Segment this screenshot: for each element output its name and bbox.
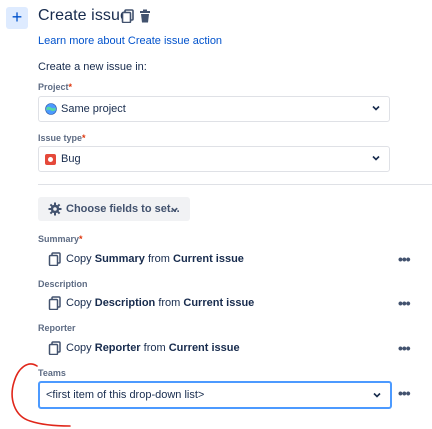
teams-more-button[interactable]: ••• bbox=[398, 386, 416, 400]
summary-copy-text: Copy Summary from Current issue bbox=[66, 253, 244, 265]
learn-more-link[interactable]: Learn more about Create issue action bbox=[38, 35, 222, 47]
page-title: Create issue bbox=[38, 7, 130, 24]
issue-type-select[interactable]: Bug bbox=[38, 146, 390, 172]
copy-icon bbox=[48, 252, 61, 266]
create-in-label: Create a new issue in: bbox=[38, 61, 147, 73]
teams-label: Teams bbox=[38, 368, 66, 378]
add-action-button[interactable]: + bbox=[6, 7, 28, 29]
project-globe-icon bbox=[45, 103, 57, 115]
project-value: Same project bbox=[61, 103, 126, 115]
chevron-down-icon bbox=[372, 105, 380, 111]
teams-value: <first item of this drop-down list> bbox=[46, 389, 205, 401]
chevron-down-icon bbox=[171, 207, 178, 212]
copy-icon bbox=[48, 341, 61, 355]
chevron-down-icon bbox=[373, 392, 381, 398]
gear-icon bbox=[48, 202, 62, 216]
reporter-copy-row[interactable]: Copy Reporter from Current issue bbox=[48, 340, 378, 358]
project-label: Project* bbox=[38, 82, 73, 92]
description-copy-row[interactable]: Copy Description from Current issue bbox=[48, 295, 378, 313]
bug-icon bbox=[45, 154, 56, 165]
trash-icon[interactable] bbox=[138, 9, 152, 23]
teams-select[interactable]: <first item of this drop-down list> bbox=[38, 381, 392, 409]
issue-type-label: Issue type* bbox=[38, 133, 86, 143]
copy-icon bbox=[48, 296, 61, 310]
description-label: Description bbox=[38, 279, 88, 289]
choose-fields-label: Choose fields to set... bbox=[66, 203, 180, 215]
summary-label: Summary* bbox=[38, 234, 83, 244]
summary-more-button[interactable]: ••• bbox=[398, 252, 416, 266]
summary-copy-row[interactable]: Copy Summary from Current issue bbox=[48, 251, 378, 269]
description-more-button[interactable]: ••• bbox=[398, 296, 416, 310]
issue-type-value: Bug bbox=[61, 153, 81, 165]
project-select[interactable]: Same project bbox=[38, 96, 390, 122]
copy-icon[interactable] bbox=[121, 9, 135, 23]
reporter-more-button[interactable]: ••• bbox=[398, 341, 416, 355]
reporter-label: Reporter bbox=[38, 323, 76, 333]
reporter-copy-text: Copy Reporter from Current issue bbox=[66, 342, 240, 354]
section-divider bbox=[38, 184, 432, 185]
choose-fields-button[interactable]: Choose fields to set... bbox=[38, 197, 190, 221]
description-copy-text: Copy Description from Current issue bbox=[66, 297, 255, 309]
chevron-down-icon bbox=[372, 155, 380, 161]
